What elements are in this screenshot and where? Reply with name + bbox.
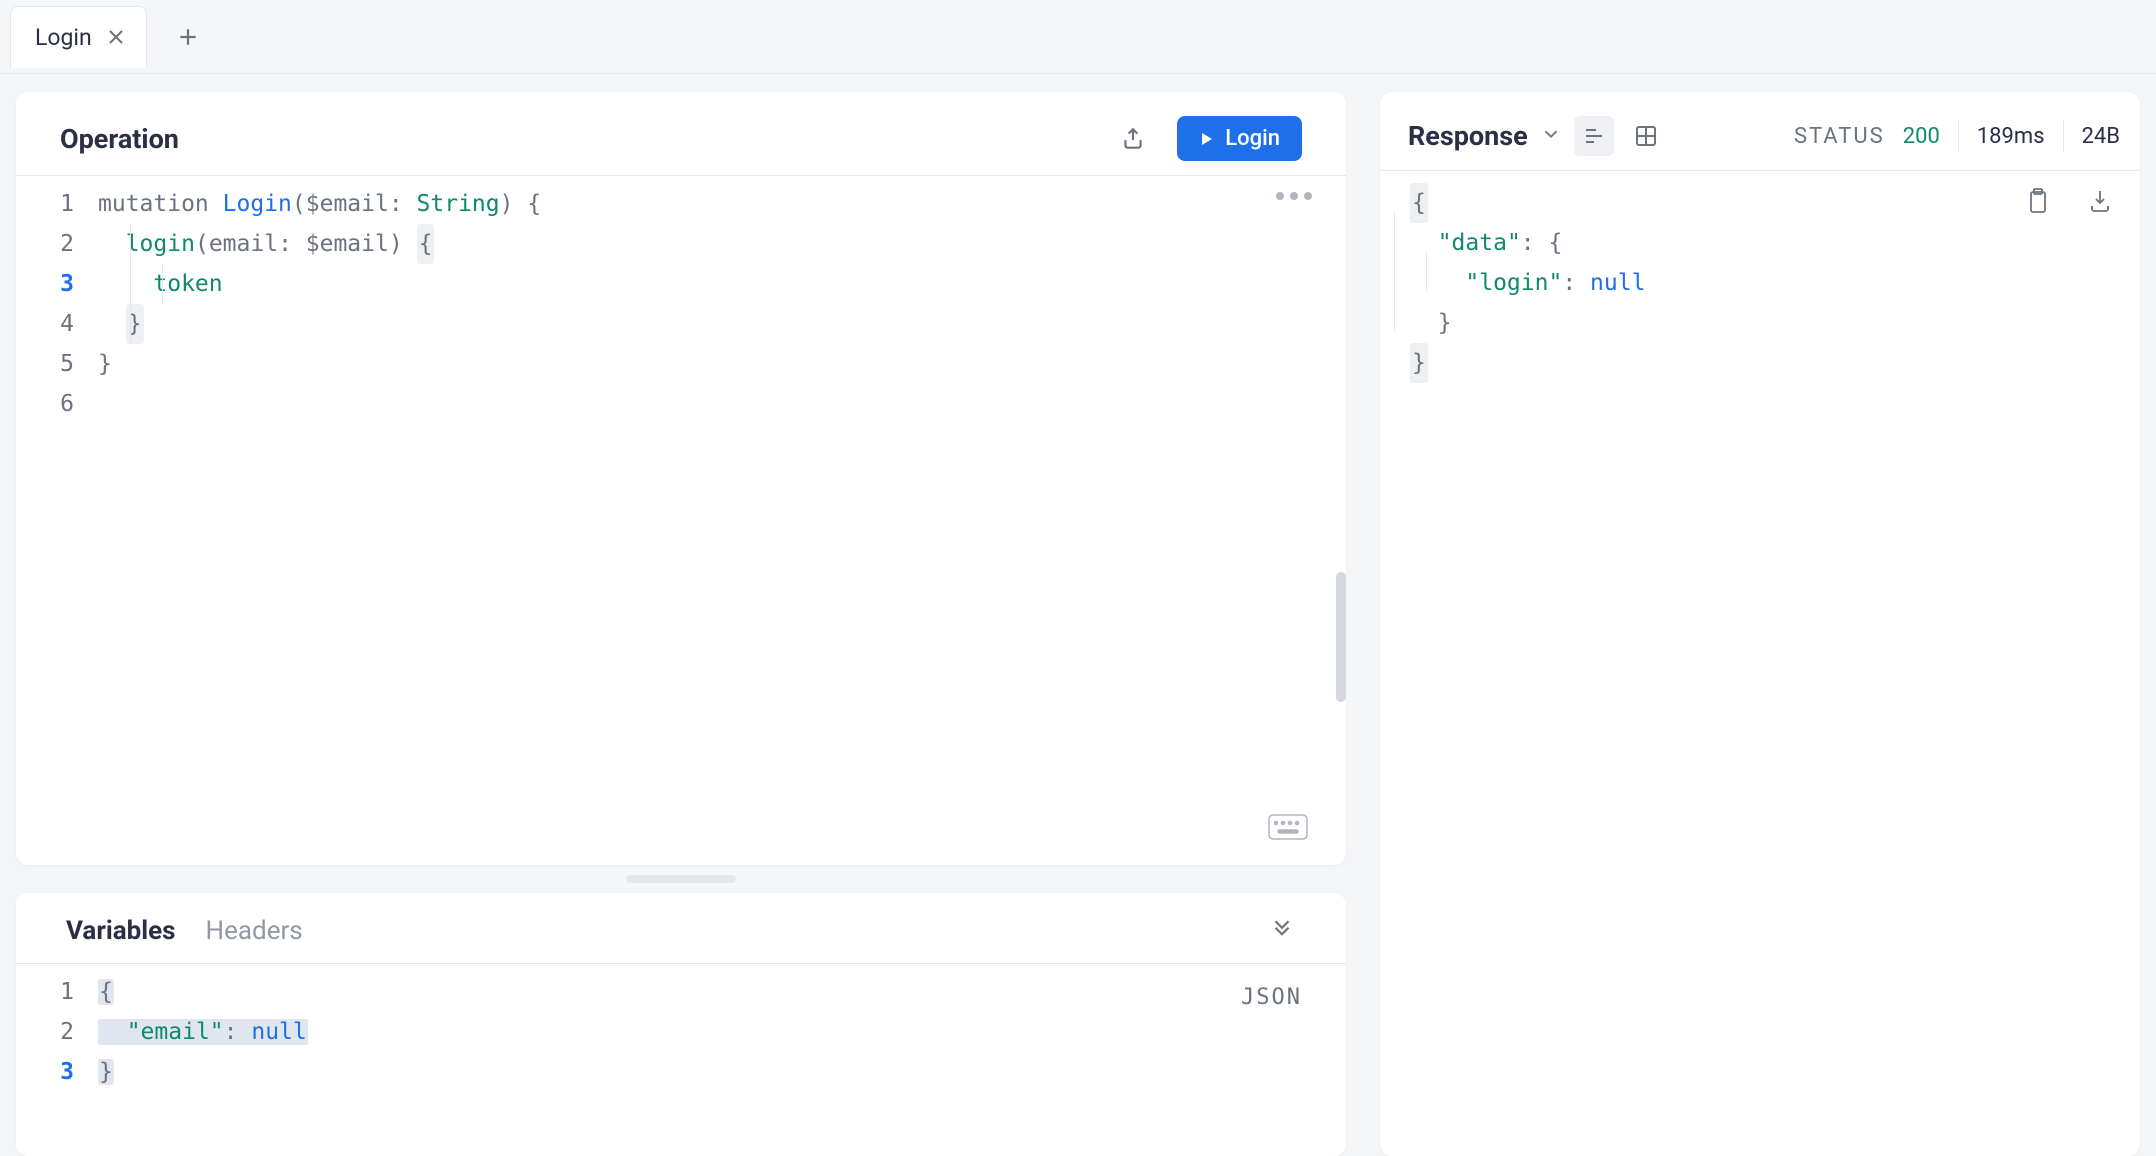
keyboard-shortcuts-icon[interactable] [1268, 814, 1308, 845]
run-button[interactable]: Login [1177, 116, 1302, 161]
response-size: 24B [2082, 124, 2120, 149]
tab-label: Login [35, 24, 92, 51]
run-button-label: Login [1225, 126, 1280, 151]
list-icon [1582, 124, 1606, 148]
status-label: STATUS [1794, 124, 1885, 149]
response-title: Response [1408, 120, 1528, 152]
export-button[interactable] [1113, 119, 1153, 159]
scrollbar[interactable] [1336, 572, 1346, 702]
gutter: 1 2 3 4 5 6 [16, 184, 98, 865]
download-icon [2088, 188, 2112, 214]
status-group: STATUS 200 189ms 24B [1794, 120, 2120, 152]
clipboard-icon [2026, 187, 2050, 215]
operation-panel: Operation Login [16, 92, 1346, 865]
export-icon [1120, 126, 1146, 152]
operation-title: Operation [60, 123, 179, 155]
tab-headers[interactable]: Headers [206, 916, 303, 946]
response-body[interactable]: { "data": { "login": null } } [1380, 171, 2140, 383]
response-time: 189ms [1977, 124, 2045, 149]
download-button[interactable] [2080, 181, 2120, 221]
tab-login[interactable]: Login [10, 6, 147, 68]
variables-editor[interactable]: 1 2 3 { "email": null } [16, 964, 1346, 1156]
grid-icon [1634, 124, 1658, 148]
resize-handle[interactable] [626, 875, 736, 883]
status-code: 200 [1903, 124, 1940, 149]
view-json-button[interactable] [1574, 116, 1614, 156]
add-tab-icon[interactable] [177, 26, 199, 48]
collapse-icon[interactable] [1262, 911, 1302, 951]
close-icon[interactable] [106, 27, 126, 47]
chevron-down-icon[interactable] [1540, 123, 1562, 150]
tab-bar: Login [0, 0, 2156, 74]
response-panel: Response STATUS 200 [1380, 92, 2140, 1156]
variables-panel: Variables Headers JSON 1 2 3 { "email": … [16, 893, 1346, 1156]
play-icon [1199, 131, 1215, 147]
code-lines[interactable]: mutation Login($email: String) { login(e… [98, 184, 1346, 865]
copy-button[interactable] [2018, 181, 2058, 221]
tab-variables[interactable]: Variables [66, 916, 176, 946]
view-table-button[interactable] [1626, 116, 1666, 156]
operation-editor[interactable]: 1 2 3 4 5 6 mutation Login($email: Strin… [16, 176, 1346, 865]
